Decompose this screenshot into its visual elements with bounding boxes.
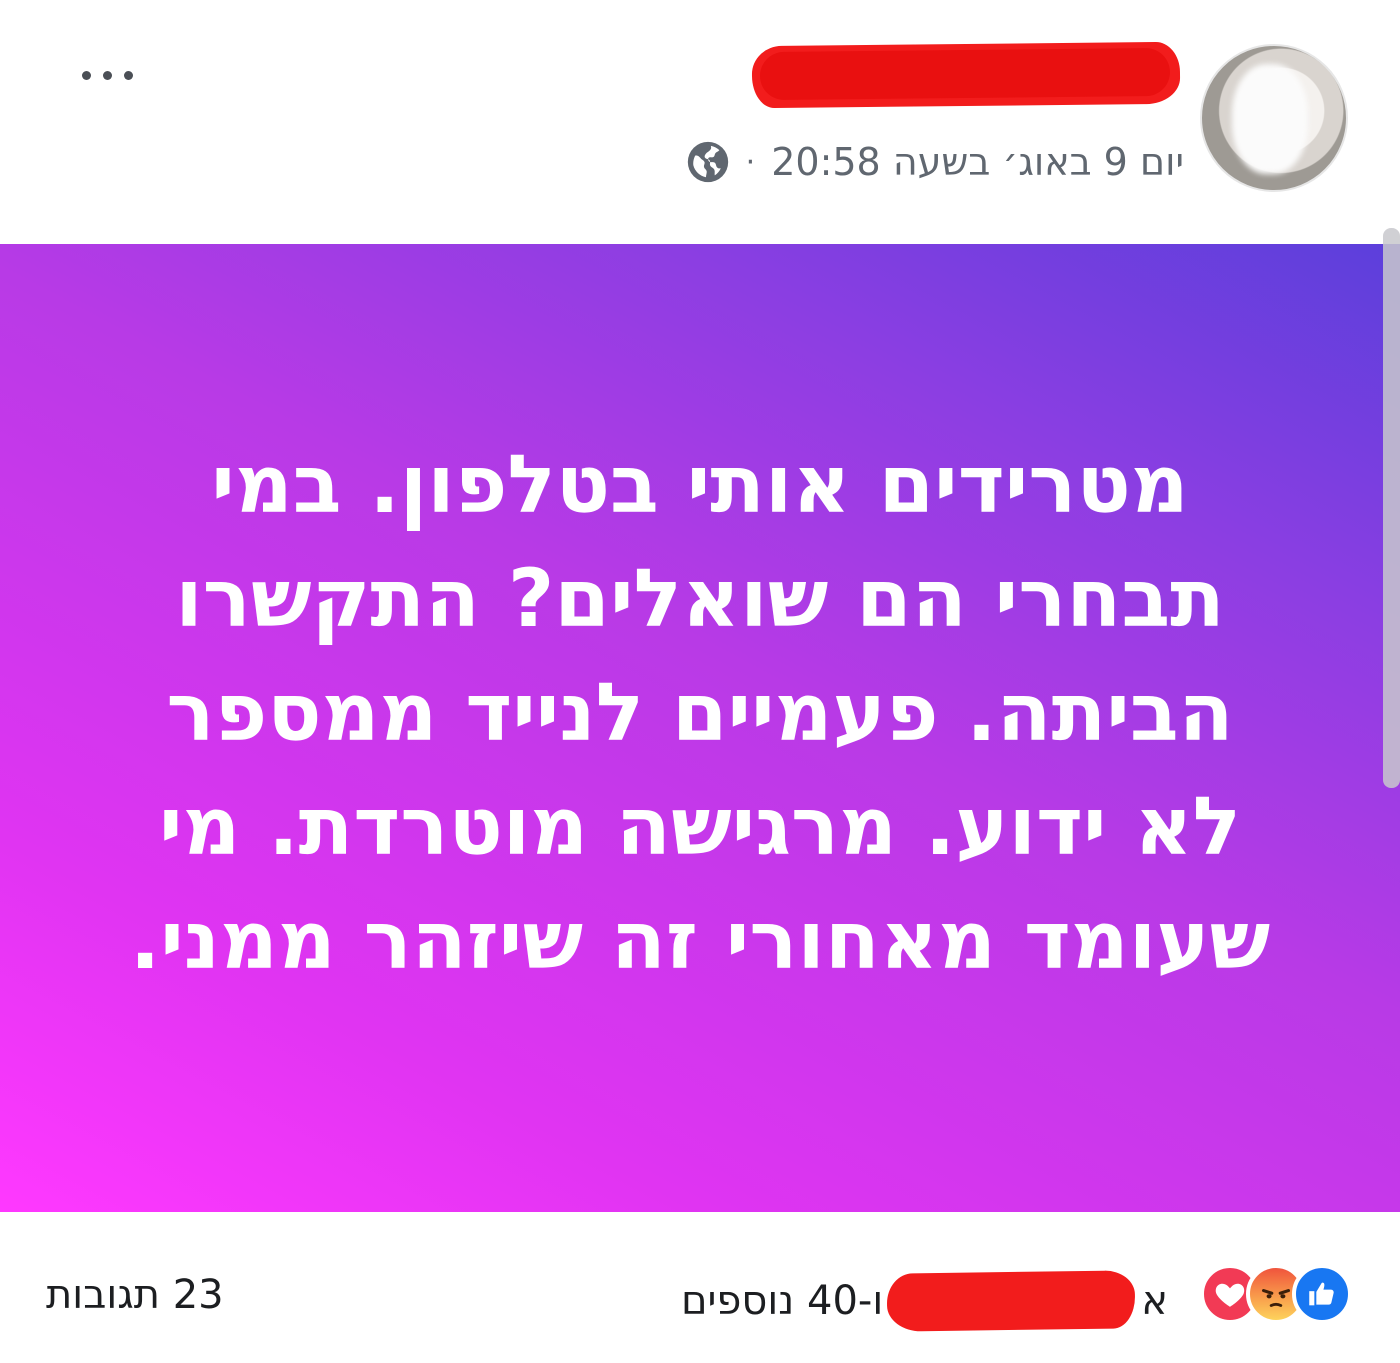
blurred-face bbox=[1232, 64, 1308, 174]
reactor-name-redaction bbox=[886, 1270, 1136, 1332]
more-dot bbox=[102, 70, 112, 80]
reactions-others-text: ו-40 נוספים bbox=[680, 1278, 884, 1324]
meta-separator: · bbox=[745, 144, 756, 180]
reactions-leading-text: א bbox=[1141, 1278, 1168, 1324]
comments-count[interactable]: 23 תגובות bbox=[46, 1272, 224, 1318]
author-name-redaction bbox=[751, 41, 1181, 109]
post-footer: 23 תגובות א ו-40 נוספים bbox=[0, 1212, 1400, 1363]
post-meta: יום 9 באוג׳ בשעה 20:58 · bbox=[686, 138, 1184, 186]
author-avatar[interactable] bbox=[1200, 44, 1348, 192]
more-dot bbox=[81, 70, 91, 80]
reactions-summary[interactable]: א ו-40 נוספים bbox=[680, 1270, 1168, 1332]
post-text: מטרידים אותי בטלפון. במי תבחרי הם שואלים… bbox=[129, 438, 1271, 987]
reaction-icons[interactable] bbox=[1200, 1264, 1352, 1324]
more-options-button[interactable] bbox=[62, 50, 152, 100]
facebook-post: יום 9 באוג׳ בשעה 20:58 · מטרידים אותי בט… bbox=[0, 0, 1400, 1363]
text-background-card: מטרידים אותי בטלפון. במי תבחרי הם שואלים… bbox=[0, 244, 1400, 1212]
more-dot bbox=[123, 70, 133, 80]
globe-icon[interactable] bbox=[686, 140, 730, 184]
post-timestamp[interactable]: יום 9 באוג׳ בשעה 20:58 bbox=[771, 140, 1184, 184]
scrollbar-thumb[interactable] bbox=[1383, 228, 1400, 788]
like-icon bbox=[1292, 1264, 1352, 1324]
